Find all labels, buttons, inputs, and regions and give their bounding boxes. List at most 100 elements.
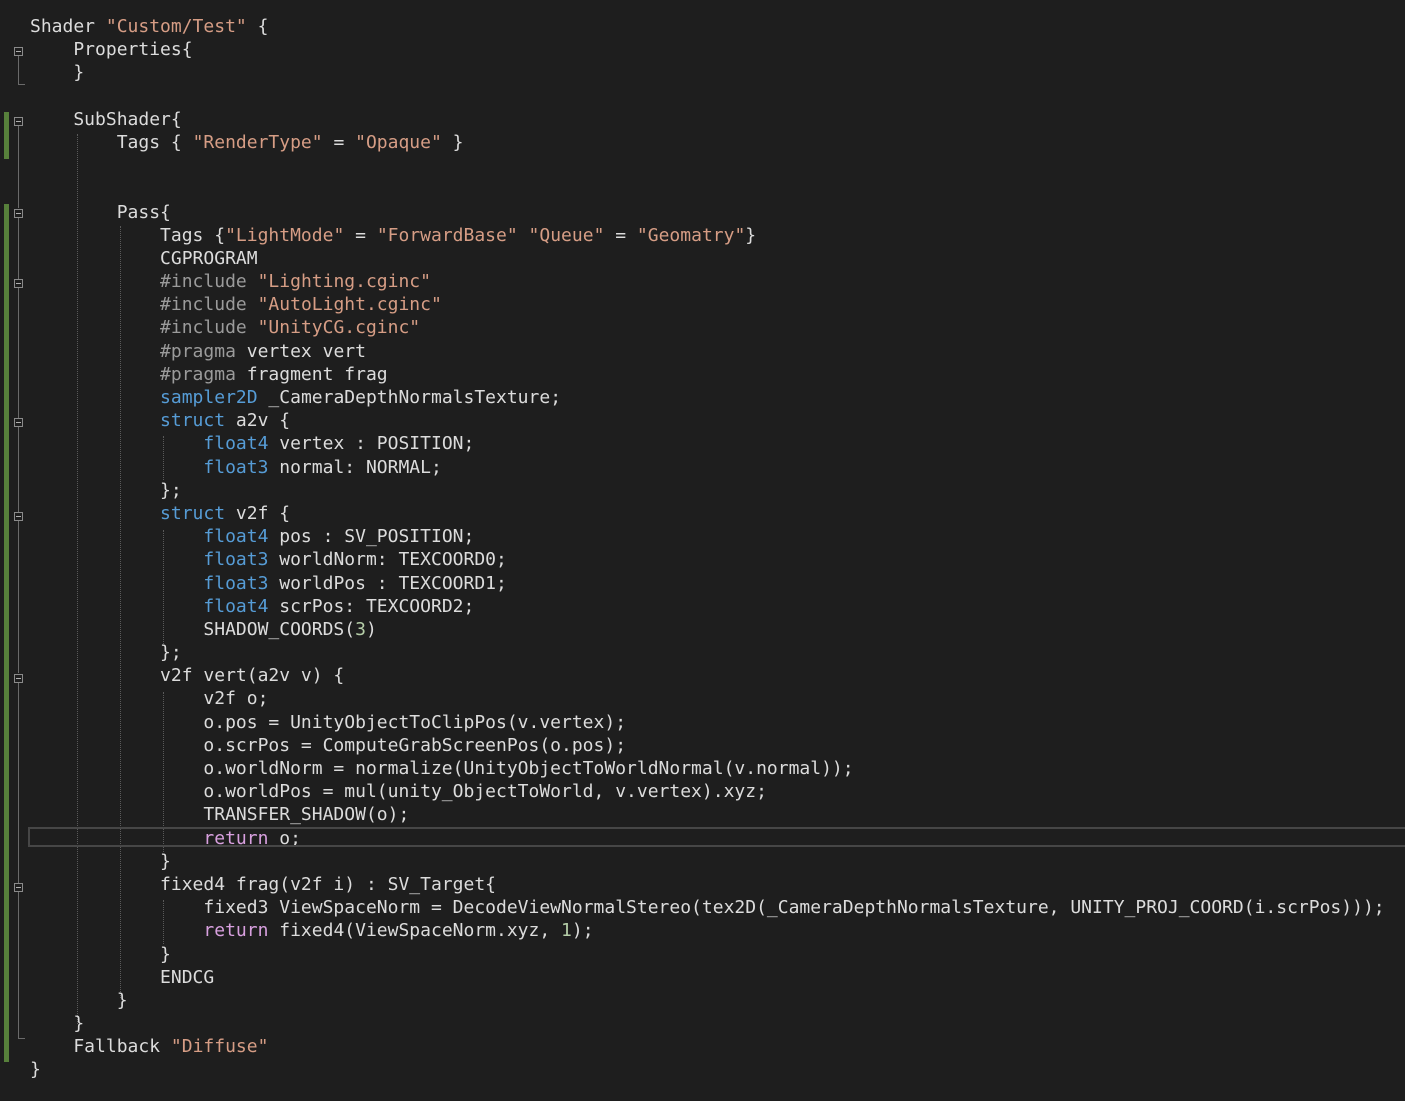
code-line[interactable]: } <box>30 943 1405 966</box>
code-line[interactable] <box>30 154 1405 177</box>
code-line[interactable]: }; <box>30 641 1405 664</box>
code-line[interactable]: float4 pos : SV_POSITION; <box>30 525 1405 548</box>
code-token: float3 <box>203 572 269 594</box>
code-token: o.scrPos = ComputeGrabScreenPos(o.pos); <box>30 734 627 756</box>
code-line[interactable]: ENDCG <box>30 966 1405 989</box>
code-line[interactable]: }; <box>30 479 1405 502</box>
code-token: }; <box>30 479 182 501</box>
code-token: Properties{ <box>30 39 193 61</box>
code-editor[interactable]: Shader "Custom/Test" { Properties{ } Sub… <box>0 0 1405 1101</box>
code-token: pos : SV_POSITION; <box>268 526 475 548</box>
code-token: float4 <box>203 595 269 617</box>
code-token: SHADOW_COORDS( <box>30 618 356 640</box>
code-line[interactable]: fixed4 frag(v2f i) : SV_Target{ <box>30 873 1405 896</box>
code-line[interactable]: o.pos = UnityObjectToClipPos(v.vertex); <box>30 711 1405 734</box>
collapse-icon[interactable] <box>14 117 23 126</box>
code-token: = <box>322 131 356 153</box>
code-token: float3 <box>203 549 269 571</box>
code-line[interactable]: return o; <box>28 826 1405 850</box>
code-line[interactable]: Tags { "RenderType" = "Opaque" } <box>30 131 1405 154</box>
collapse-icon[interactable] <box>14 418 23 427</box>
code-token: "RenderType" <box>192 131 323 153</box>
code-line[interactable]: float3 worldPos : TEXCOORD1; <box>30 572 1405 595</box>
code-line[interactable]: struct a2v { <box>30 409 1405 432</box>
collapse-icon[interactable] <box>14 209 23 218</box>
code-line[interactable]: float3 worldNorm: TEXCOORD0; <box>30 548 1405 571</box>
code-token: "UnityCG.cginc" <box>257 317 421 339</box>
code-line[interactable]: } <box>30 1058 1405 1081</box>
code-line[interactable] <box>30 177 1405 200</box>
code-line[interactable]: v2f vert(a2v v) { <box>30 664 1405 687</box>
code-line[interactable]: #include "AutoLight.cginc" <box>30 293 1405 316</box>
code-line[interactable]: } <box>30 989 1405 1012</box>
code-line[interactable]: #pragma vertex vert <box>30 340 1405 363</box>
code-line[interactable]: float3 normal: NORMAL; <box>30 456 1405 479</box>
code-line[interactable]: Shader "Custom/Test" { <box>30 15 1405 38</box>
collapse-icon[interactable] <box>14 674 23 683</box>
fold-line <box>18 892 19 1038</box>
code-line[interactable]: Fallback "Diffuse" <box>30 1035 1405 1058</box>
code-line[interactable]: o.worldPos = mul(unity_ObjectToWorld, v.… <box>30 780 1405 803</box>
code-line[interactable]: Pass{ <box>30 201 1405 224</box>
code-token: "Opaque" <box>355 131 442 153</box>
code-line[interactable]: fixed3 ViewSpaceNorm = DecodeViewNormalS… <box>30 896 1405 919</box>
code-line[interactable]: o.scrPos = ComputeGrabScreenPos(o.pos); <box>30 734 1405 757</box>
fold-line <box>18 126 19 208</box>
fold-end <box>18 84 25 85</box>
code-line[interactable]: #include "UnityCG.cginc" <box>30 316 1405 339</box>
code-lines[interactable]: Shader "Custom/Test" { Properties{ } Sub… <box>28 15 1405 1082</box>
code-token: Tags { <box>30 224 226 246</box>
code-line[interactable]: #include "Lighting.cginc" <box>30 270 1405 293</box>
code-line[interactable]: float4 vertex : POSITION; <box>30 432 1405 455</box>
code-token: Tags { <box>30 131 193 153</box>
code-line[interactable]: v2f o; <box>30 687 1405 710</box>
fold-end <box>18 1038 25 1039</box>
fold-line <box>18 56 19 84</box>
code-token: fixed4 frag(v2f i) : SV_Target{ <box>30 873 496 895</box>
code-line[interactable]: return fixed4(ViewSpaceNorm.xyz, 1); <box>30 919 1405 942</box>
code-token: } <box>30 1059 41 1081</box>
code-token: v2f vert(a2v v) { <box>30 665 345 687</box>
code-token: v2f { <box>225 502 291 524</box>
code-token: "Diffuse" <box>170 1036 269 1058</box>
code-line[interactable]: Tags {"LightMode" = "ForwardBase" "Queue… <box>30 224 1405 247</box>
code-line[interactable]: } <box>30 61 1405 84</box>
code-token: "Lighting.cginc" <box>257 271 431 293</box>
code-token: o.worldNorm = normalize(UnityObjectToWor… <box>30 758 854 779</box>
code-token: "LightMode" <box>225 224 345 246</box>
code-line[interactable]: struct v2f { <box>30 502 1405 525</box>
code-token: "AutoLight.cginc" <box>257 294 442 316</box>
code-line[interactable]: } <box>30 1012 1405 1035</box>
code-line[interactable]: #pragma fragment frag <box>30 363 1405 386</box>
code-token: fixed3 ViewSpaceNorm = DecodeViewNormalS… <box>30 897 1385 919</box>
code-line[interactable]: Properties{ <box>30 38 1405 61</box>
fold-line <box>18 521 19 673</box>
code-line[interactable]: sampler2D _CameraDepthNormalsTexture; <box>30 386 1405 409</box>
collapse-icon[interactable] <box>14 512 23 521</box>
code-line[interactable]: SHADOW_COORDS(3) <box>30 618 1405 641</box>
collapse-icon[interactable] <box>14 279 23 288</box>
code-token: #include <box>160 271 247 293</box>
code-token: worldNorm: TEXCOORD0; <box>268 549 507 571</box>
code-line[interactable]: o.worldNorm = normalize(UnityObjectToWor… <box>30 757 1405 780</box>
code-token: #pragma <box>160 363 236 385</box>
code-line[interactable]: CGPROGRAM <box>30 247 1405 270</box>
code-token: } <box>30 850 171 872</box>
collapse-icon[interactable] <box>14 883 23 892</box>
code-token: SubShader{ <box>30 108 182 130</box>
code-token: #pragma <box>160 340 236 362</box>
code-token: #include <box>160 317 247 339</box>
code-token: { <box>246 16 269 37</box>
code-token: "Custom/Test" <box>105 16 247 37</box>
code-line[interactable]: } <box>30 850 1405 873</box>
collapse-icon[interactable] <box>14 47 23 56</box>
code-line[interactable] <box>30 85 1405 108</box>
code-line[interactable]: TRANSFER_SHADOW(o); <box>30 803 1405 826</box>
code-line[interactable]: float4 scrPos: TEXCOORD2; <box>30 595 1405 618</box>
code-line[interactable]: SubShader{ <box>30 108 1405 131</box>
